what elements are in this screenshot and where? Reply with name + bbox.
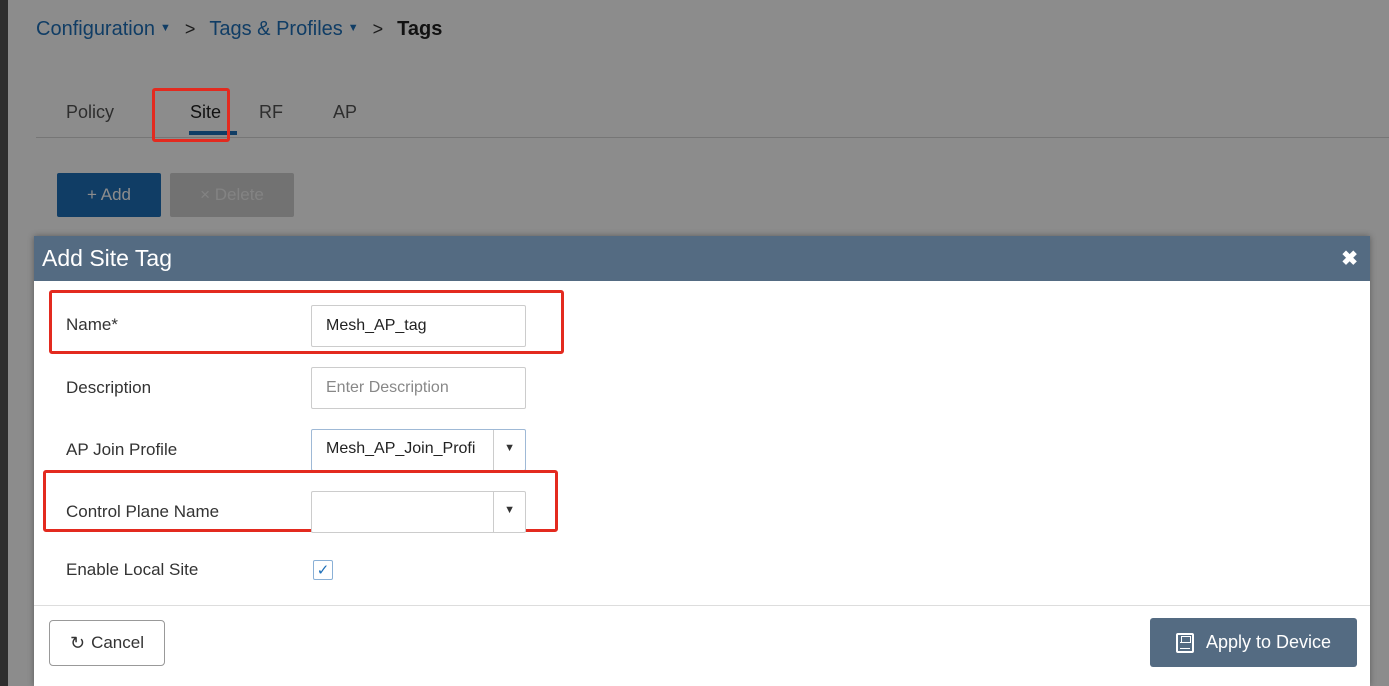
description-input[interactable]: [311, 367, 526, 409]
chevron-down-icon[interactable]: ▼: [504, 504, 515, 516]
cancel-label: Cancel: [91, 633, 144, 652]
enable-local-site-checkbox[interactable]: ✓: [313, 560, 333, 580]
undo-icon: ↻: [69, 632, 86, 653]
save-icon: [1175, 632, 1194, 653]
dialog-footer: ↻ Cancel Apply to Device: [34, 606, 1370, 686]
dialog-body: Name* Description AP Join Profile Mesh_A…: [34, 281, 1370, 606]
highlight-box-name: [49, 290, 564, 354]
control-plane-name-select[interactable]: ▼: [311, 491, 526, 533]
ap-join-profile-value: Mesh_AP_Join_Profi: [326, 440, 476, 457]
select-divider: [493, 430, 494, 470]
apply-to-device-button[interactable]: Apply to Device: [1150, 618, 1357, 667]
apply-label: Apply to Device: [1205, 632, 1332, 652]
select-divider: [493, 492, 494, 532]
ap-join-profile-select[interactable]: Mesh_AP_Join_Profi ▼: [311, 429, 526, 471]
cancel-button[interactable]: ↻ Cancel: [49, 620, 165, 666]
highlight-box-site-tab: [152, 88, 230, 142]
add-site-tag-dialog: Add Site Tag ✖ Name* Description AP Join…: [34, 236, 1370, 686]
description-label: Description: [66, 378, 152, 397]
control-plane-name-label: Control Plane Name: [66, 502, 220, 521]
close-icon[interactable]: ✖: [1341, 246, 1358, 271]
dialog-title: Add Site Tag: [42, 245, 173, 271]
enable-local-site-label: Enable Local Site: [66, 560, 199, 579]
dialog-header: Add Site Tag ✖: [34, 236, 1370, 281]
ap-join-profile-label: AP Join Profile: [66, 440, 178, 459]
chevron-down-icon[interactable]: ▼: [504, 442, 515, 454]
